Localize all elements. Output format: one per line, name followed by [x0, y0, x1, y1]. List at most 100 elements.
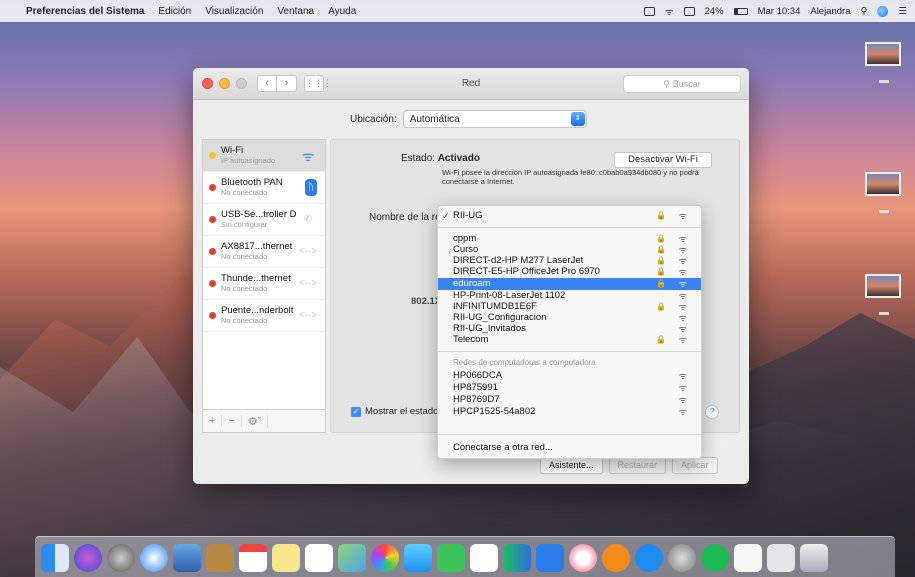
menu-item-network[interactable]: DIRECT-d2-HP M277 LaserJet 🔒 ᯤ	[438, 256, 701, 267]
menu-item-current[interactable]: ✓ RII-UG 🔒 ᯤ	[438, 211, 701, 222]
service-ax8817[interactable]: AX8817...thernet No conectado <··>	[203, 236, 325, 268]
service-thunderbolt-bridge[interactable]: Puente...nderbolt No conectado <··>	[203, 300, 325, 332]
remove-service-button[interactable]: −	[222, 415, 242, 427]
lock-icon: 🔒	[656, 279, 666, 288]
photos-icon[interactable]	[371, 543, 399, 572]
menu-ventana[interactable]: Ventana	[277, 6, 314, 17]
menu-item-network[interactable]: HP-Print-08-LaserJet 1102 ᯤ	[438, 291, 701, 302]
status-dot	[209, 152, 216, 159]
app-store-icon[interactable]	[635, 543, 663, 572]
menu-item-network[interactable]: RII-UG_Invitados ᯤ	[438, 324, 701, 335]
airplay-icon[interactable]	[683, 6, 695, 16]
wifi-signal-icon: ᯤ	[678, 211, 687, 221]
desktop-file-3[interactable]	[865, 274, 901, 298]
wifi-signal-icon: ᯤ	[678, 383, 687, 393]
menu-item-network[interactable]: Curso 🔒 ᯤ	[438, 244, 701, 256]
show-all-grid-icon[interactable]: ⋮⋮⋮	[304, 75, 332, 92]
desktop-file-label-1	[879, 80, 889, 83]
apply-button[interactable]: Aplicar	[672, 457, 718, 474]
search-field[interactable]: ⚲ Buscar	[623, 75, 741, 93]
location-popup[interactable]: Automática ⇕	[402, 110, 587, 128]
checkbox-checked-icon[interactable]: ✓	[351, 406, 361, 417]
reminders-icon[interactable]	[305, 543, 333, 572]
menu-visualizacion[interactable]: Visualización	[205, 6, 263, 17]
zoom-button[interactable]	[236, 78, 247, 89]
numbers-icon[interactable]	[503, 543, 531, 572]
launchpad-icon[interactable]	[107, 543, 135, 572]
minimize-button[interactable]	[219, 78, 230, 89]
menu-separator	[438, 351, 701, 352]
safari-icon[interactable]	[140, 543, 168, 572]
menu-item-network[interactable]: RII-UG_Configuracion ᯤ	[438, 313, 701, 324]
service-wifi[interactable]: Wi-Fi IP autoasignado ᯤ	[203, 140, 325, 172]
menu-item-network-highlighted[interactable]: eduroam 🔒 ᯤ	[438, 278, 701, 290]
menu-item-computer-network[interactable]: HPCP1525-54a802 ᯤ	[438, 407, 701, 418]
siri-dock-icon[interactable]	[74, 543, 102, 572]
checkmark-icon: ✓	[442, 211, 450, 221]
lock-icon: 🔒	[656, 234, 666, 243]
battery-icon[interactable]	[733, 7, 748, 15]
calendar-icon[interactable]	[239, 543, 267, 572]
menu-ayuda[interactable]: Ayuda	[328, 6, 356, 17]
spotlight-icon[interactable]: ⚲	[861, 6, 868, 17]
facetime-icon[interactable]	[437, 543, 465, 572]
service-thunderbolt-ethernet[interactable]: Thunde...thernet No conectado <··>	[203, 268, 325, 300]
contacts-icon[interactable]	[206, 543, 234, 572]
downloads-folder-icon[interactable]	[767, 543, 795, 572]
revert-button[interactable]: Restaurar	[608, 457, 667, 474]
forward-icon[interactable]: ›	[277, 75, 297, 92]
keynote-icon[interactable]	[536, 543, 564, 572]
desktop-file-2[interactable]	[865, 172, 901, 196]
spotify-icon[interactable]	[701, 543, 729, 572]
messages-icon[interactable]	[404, 543, 432, 572]
network-name: Telecom	[453, 334, 489, 345]
join-other-network-item[interactable]: Conectarse a otra red...	[438, 443, 701, 453]
menu-app-name[interactable]: Preferencias del Sistema	[26, 6, 144, 17]
document-icon[interactable]	[734, 543, 762, 572]
menu-item-computer-network[interactable]: HP8769D7 ᯤ	[438, 395, 701, 406]
menu-item-network[interactable]: cppm 🔒 ᯤ	[438, 234, 701, 245]
title-bar[interactable]: ‹ › ⋮⋮⋮ Red ⚲ Buscar	[193, 68, 749, 100]
user-name[interactable]: Alejandra	[810, 6, 850, 17]
system-preferences-icon[interactable]	[668, 543, 696, 572]
add-service-button[interactable]: +	[203, 415, 223, 427]
mail-icon[interactable]	[173, 543, 201, 572]
clock[interactable]: Mar 10:34	[758, 6, 801, 17]
service-usb[interactable]: USB-Se...troller D Sin configurar ✆	[203, 204, 325, 236]
status-value: Activado	[437, 153, 480, 164]
close-button[interactable]	[202, 78, 213, 89]
menu-edicion[interactable]: Edición	[158, 6, 191, 17]
service-bluetooth-pan[interactable]: Bluetooth PAN No conectado ᚢ	[203, 172, 325, 204]
deactivate-wifi-button[interactable]: Desactivar Wi-Fi	[614, 152, 712, 168]
back-icon[interactable]: ‹	[257, 75, 277, 92]
wifi-status-icon[interactable]: ᯤ	[665, 5, 674, 18]
finder-icon[interactable]	[41, 543, 69, 572]
menu-item-network[interactable]: DIRECT-E5-HP OfficeJet Pro 6970 🔒 ᯤ	[438, 267, 701, 278]
desktop-file-1[interactable]	[865, 42, 901, 66]
menu-item-network[interactable]: INFINITUMDB1E6F 🔒 ᯤ	[438, 302, 701, 313]
maps-icon[interactable]	[338, 543, 366, 572]
location-label: Ubicación:	[350, 113, 397, 125]
menu-item-computer-network[interactable]: HP066DCA ᯤ	[438, 371, 701, 382]
service-list-footer: + − ⚙ˇ	[202, 409, 326, 433]
help-button[interactable]: ?	[705, 405, 719, 419]
desktop-file-label-2	[879, 210, 889, 213]
bluetooth-icon: ᚢ	[305, 179, 317, 196]
pages-icon[interactable]	[470, 543, 498, 572]
gear-icon[interactable]: ⚙ˇ	[242, 414, 269, 428]
itunes-icon[interactable]	[569, 543, 597, 572]
menu-item-computer-network[interactable]: HP875991 ᯤ	[438, 383, 701, 394]
assistant-button[interactable]: Asistente...	[540, 457, 603, 474]
service-status: No conectado	[221, 284, 268, 293]
notification-center-icon[interactable]: ☰	[898, 6, 907, 17]
ibooks-icon[interactable]	[602, 543, 630, 572]
screen-icon[interactable]	[643, 6, 655, 16]
trash-icon[interactable]	[800, 543, 828, 572]
siri-icon[interactable]	[877, 5, 889, 17]
menu-item-network[interactable]: Telecom 🔒 ᯤ	[438, 334, 701, 346]
notes-icon[interactable]	[272, 543, 300, 572]
join-other-label: Conectarse a otra red...	[453, 442, 553, 453]
network-name: Curso	[453, 244, 479, 255]
show-status-checkbox[interactable]: ✓ Mostrar el estado	[351, 406, 438, 417]
lock-icon: 🔒	[656, 245, 666, 254]
